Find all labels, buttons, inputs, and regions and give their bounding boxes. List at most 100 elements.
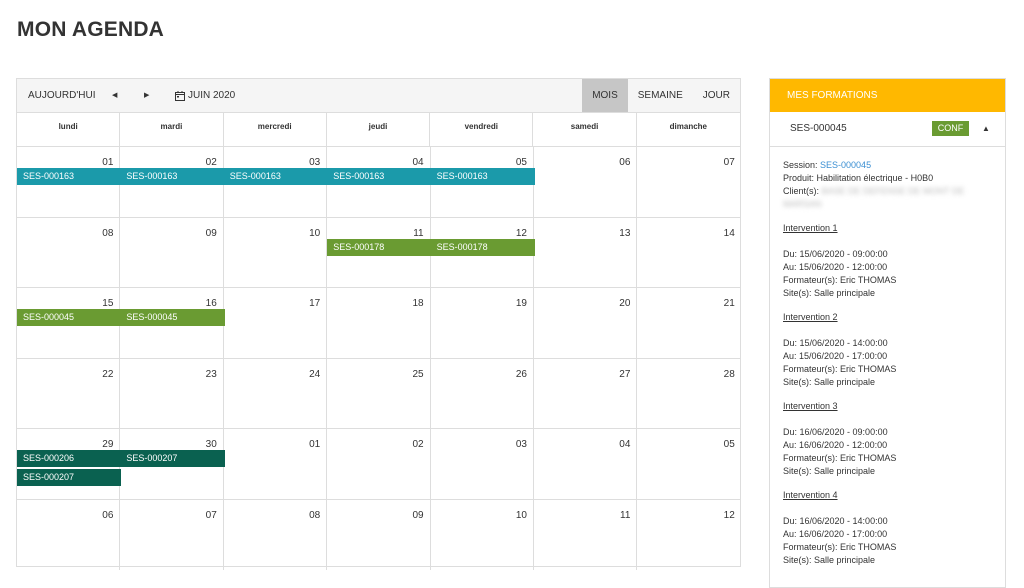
calendar-event[interactable]: SES-000178	[327, 238, 432, 256]
view-day-button[interactable]: JOUR	[693, 79, 740, 112]
day-number: 26	[515, 368, 527, 380]
day-number: 30	[205, 439, 217, 450]
day-cell[interactable]: 20	[534, 288, 638, 358]
calendar-event[interactable]: SES-000207	[120, 450, 225, 467]
intervention-title[interactable]: Intervention 1	[783, 222, 992, 235]
weekday-label: jeudi	[327, 113, 431, 146]
session-row[interactable]: SES-000045 CONF ▲	[770, 112, 1005, 147]
calendar-event[interactable]: SES-000045	[120, 309, 225, 326]
week-row: 22 23 24 25 26 27 28	[17, 358, 740, 429]
day-cell[interactable]: 06	[17, 499, 121, 570]
calendar-event[interactable]: SES-000045	[17, 309, 122, 326]
intervention-du: Du: 15/06/2020 - 14:00:00	[783, 338, 888, 348]
day-number: 02	[205, 157, 217, 168]
intervention-au: Au: 16/06/2020 - 17:00:00	[783, 529, 888, 539]
day-cell[interactable]: 28	[637, 359, 740, 429]
intervention-formateur: Formateur(s): Eric THOMAS	[783, 453, 897, 463]
intervention-title[interactable]: Intervention 3	[783, 400, 992, 413]
day-cell[interactable]: 09	[120, 217, 224, 287]
intervention-title[interactable]: Intervention 2	[783, 311, 992, 324]
calendar-event[interactable]: SES-000207	[17, 469, 122, 486]
day-cell[interactable]: 08	[17, 217, 121, 287]
view-switcher: MOIS SEMAINE JOUR	[582, 79, 740, 112]
week-row: 01 02 03 04 05 06 07 SES-000163 SES-000163 SES-00…	[17, 147, 740, 218]
day-number: 23	[205, 368, 217, 380]
day-cell[interactable]: 01	[224, 429, 328, 499]
day-cell[interactable]: 03	[431, 429, 534, 499]
view-month-button[interactable]: MOIS	[582, 79, 628, 112]
calendar-event[interactable]: SES-000178	[430, 238, 535, 256]
day-number: 06	[102, 509, 114, 521]
day-cell[interactable]: 25	[327, 358, 431, 428]
day-number: 01	[309, 439, 321, 450]
day-cell[interactable]: 27	[534, 358, 638, 428]
intervention-du: Du: 16/06/2020 - 09:00:00	[783, 427, 888, 437]
today-button[interactable]: AUJOURD'HUI	[28, 79, 95, 112]
weekday-label: vendredi	[430, 113, 534, 146]
day-cell[interactable]: 07	[120, 499, 224, 570]
day-cell[interactable]: 04	[534, 429, 638, 499]
day-number: 07	[205, 509, 217, 521]
status-badge[interactable]: CONF	[932, 121, 969, 136]
day-cell[interactable]: 10	[431, 499, 534, 570]
day-number: 08	[309, 509, 321, 521]
day-cell[interactable]: 19	[431, 288, 534, 358]
calendar: AUJOURD'HUI ◀ ▶ JUIN 2020 MOIS SEMAINE J…	[16, 78, 741, 570]
next-month-button[interactable]: ▶	[144, 79, 149, 112]
day-cell[interactable]: 05	[637, 429, 740, 499]
day-number: 04	[412, 157, 424, 168]
calendar-event[interactable]: SES-000163	[327, 168, 432, 185]
calendar-event[interactable]: SES-000163	[120, 168, 225, 185]
prev-month-button[interactable]: ◀	[112, 79, 117, 112]
day-cell[interactable]: 26	[431, 358, 534, 428]
calendar-event[interactable]: SES-000206	[17, 450, 122, 467]
weekday-label: mardi	[120, 113, 224, 146]
day-cell[interactable]: 21	[637, 288, 740, 358]
day-number: 05	[515, 157, 527, 168]
weekday-label: lundi	[17, 113, 121, 146]
intervention-title[interactable]: Intervention 4	[783, 489, 992, 502]
day-number: 12	[515, 227, 527, 239]
intervention-formateur: Formateur(s): Eric THOMAS	[783, 542, 897, 552]
month-picker[interactable]: JUIN 2020	[175, 79, 235, 112]
session-code: SES-000045	[790, 123, 847, 134]
day-number: 11	[413, 227, 424, 239]
day-number: 07	[723, 157, 735, 168]
calendar-event[interactable]: SES-000163	[430, 168, 535, 185]
collapse-caret-icon[interactable]: ▲	[982, 124, 990, 133]
client-name: BASE DE DEFENSE DE MONT DE	[821, 186, 965, 196]
day-cell[interactable]: 14	[637, 218, 740, 288]
day-cell[interactable]: 13	[534, 217, 638, 287]
day-number: 17	[309, 298, 321, 309]
day-cell[interactable]: 23	[120, 358, 224, 428]
day-number: 28	[723, 368, 735, 380]
day-cell[interactable]: 10	[224, 217, 328, 287]
day-cell[interactable]: 02	[327, 429, 431, 499]
day-cell[interactable]: 24	[224, 358, 328, 428]
day-number: 25	[412, 368, 424, 380]
day-number: 09	[412, 509, 424, 521]
day-cell[interactable]: 08	[224, 499, 328, 570]
day-cell[interactable]: 06	[534, 147, 638, 217]
day-cell[interactable]: 07	[637, 147, 740, 217]
intervention-au: Au: 16/06/2020 - 12:00:00	[783, 440, 888, 450]
intervention-au: Au: 15/06/2020 - 17:00:00	[783, 351, 888, 361]
month-label: JUIN 2020	[188, 90, 236, 101]
week-row: 29 30 01 02 03 04 05 SES-000206 SES-000207 SES-00…	[17, 429, 740, 500]
intervention-site: Site(s): Salle principale	[783, 288, 876, 298]
day-cell[interactable]: 17	[224, 288, 328, 358]
intervention-du: Du: 15/06/2020 - 09:00:00	[783, 249, 888, 259]
day-cell[interactable]: 18	[327, 288, 431, 358]
day-cell[interactable]: 12	[637, 500, 740, 571]
day-cell[interactable]: 09	[327, 499, 431, 570]
day-cell[interactable]: 11	[534, 499, 638, 570]
calendar-event[interactable]: SES-000163	[223, 168, 329, 185]
view-week-button[interactable]: SEMAINE	[628, 79, 693, 112]
intervention-au: Au: 15/06/2020 - 12:00:00	[783, 262, 888, 272]
formations-panel: MES FORMATIONS SES-000045 CONF ▲ Session…	[769, 78, 1006, 588]
calendar-event[interactable]: SES-000163	[17, 168, 122, 185]
week-row: 15 16 17 18 19 20 21 SES-000045 SES-000045	[17, 288, 740, 359]
session-link[interactable]: SES-000045	[820, 160, 871, 170]
intervention-site: Site(s): Salle principale	[783, 555, 876, 565]
day-cell[interactable]: 22	[17, 358, 121, 428]
